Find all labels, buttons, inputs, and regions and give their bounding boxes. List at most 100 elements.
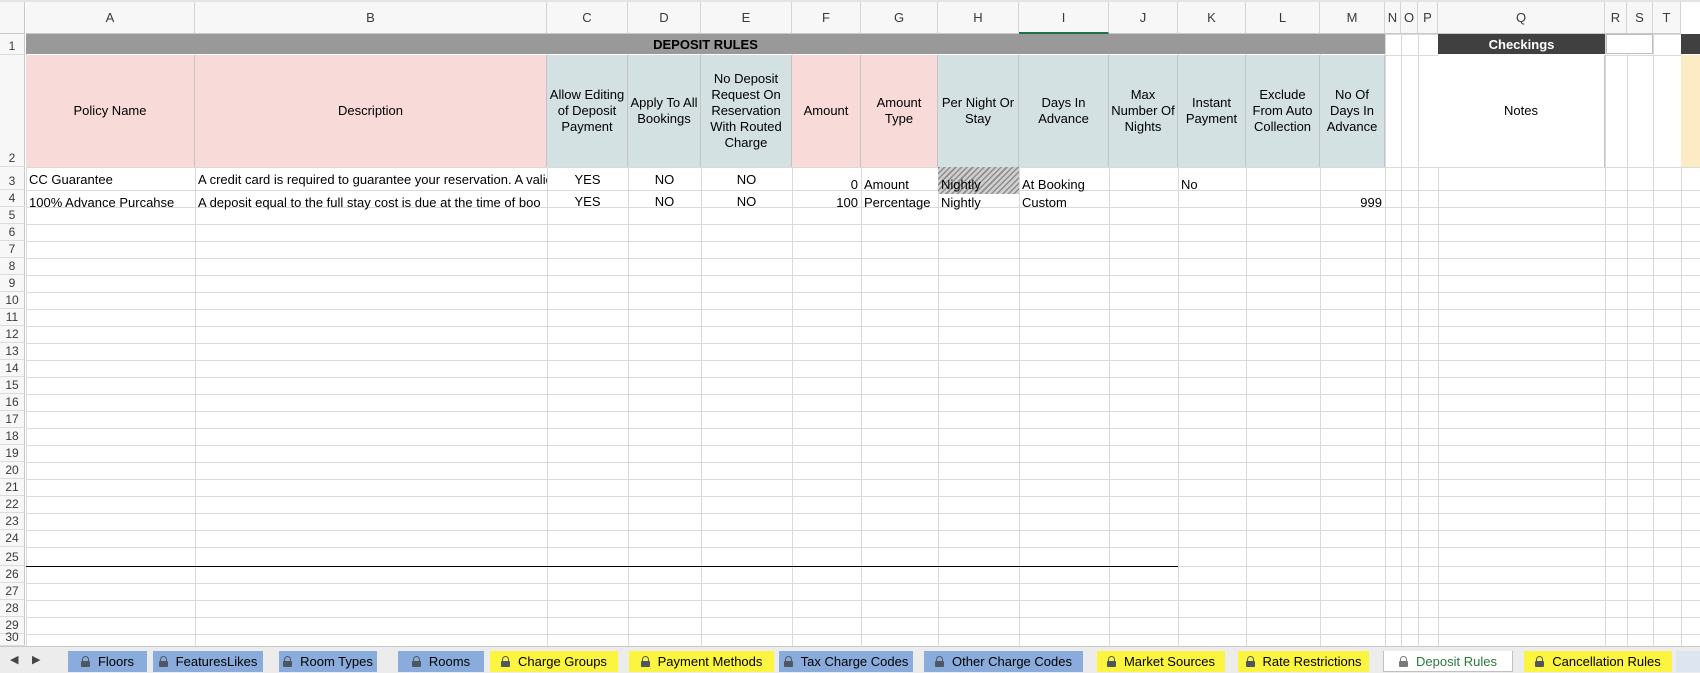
cell-m4-no-of-days[interactable]: 999 <box>1320 191 1385 213</box>
row-header-20[interactable]: 20 <box>0 462 25 479</box>
header-instant-payment[interactable]: Instant Payment <box>1178 55 1246 167</box>
empty-bordered-cell[interactable] <box>1606 34 1653 54</box>
column-header-m[interactable]: M <box>1320 2 1385 34</box>
column-header-a[interactable]: A <box>26 2 195 34</box>
row-header-5[interactable]: 5 <box>0 207 25 224</box>
cell-k4-instant-payment[interactable] <box>1178 191 1246 213</box>
row-header-21[interactable]: 21 <box>0 479 25 496</box>
row-header-23[interactable]: 23 <box>0 513 25 530</box>
header-exclude-auto-collection[interactable]: Exclude From Auto Collection <box>1246 55 1320 167</box>
row-header-10[interactable]: 10 <box>0 292 25 309</box>
column-header-i[interactable]: I <box>1019 2 1109 34</box>
header-policy-name[interactable]: Policy Name <box>26 55 195 167</box>
column-header-t[interactable]: T <box>1653 2 1681 34</box>
header-amount-type[interactable]: Amount Type <box>861 55 938 167</box>
column-header-k[interactable]: K <box>1178 2 1246 34</box>
header-days-in-advance[interactable]: Days In Advance <box>1019 55 1109 167</box>
checkings-title[interactable]: Checkings <box>1438 34 1605 54</box>
sheet-tab-other-charge-codes[interactable]: Other Charge Codes <box>924 651 1083 672</box>
column-header-b[interactable]: B <box>195 2 547 34</box>
row-header-26[interactable]: 26 <box>0 566 25 583</box>
sheet-tab-rooms[interactable]: Rooms <box>398 651 484 672</box>
row-header-9[interactable]: 9 <box>0 275 25 292</box>
row-header-8[interactable]: 8 <box>0 258 25 275</box>
header-amount[interactable]: Amount <box>792 55 861 167</box>
header-notes[interactable]: Notes <box>1438 55 1605 167</box>
cell-a3-policy-name[interactable]: CC Guarantee <box>26 168 195 190</box>
sheet-tab-rate-restrictions[interactable]: Rate Restrictions <box>1238 651 1369 672</box>
row-header-11[interactable]: 11 <box>0 309 25 326</box>
row-header-19[interactable]: 19 <box>0 445 25 462</box>
row-header-25[interactable]: 25 <box>0 547 25 566</box>
cell-h4-per-night[interactable]: Nightly <box>938 191 1019 213</box>
column-header-q[interactable]: Q <box>1438 2 1605 34</box>
next-sheet-arrow-icon[interactable]: ▶ <box>32 653 40 666</box>
column-header-s[interactable]: S <box>1627 2 1653 34</box>
row-header-6[interactable]: 6 <box>0 224 25 241</box>
row-header-14[interactable]: 14 <box>0 360 25 377</box>
header-description[interactable]: Description <box>195 55 547 167</box>
cell-f4-amount[interactable]: 100 <box>792 191 861 213</box>
header-allow-editing[interactable]: Allow Editing of Deposit Payment <box>547 55 628 167</box>
column-header-h[interactable]: H <box>938 2 1019 34</box>
header-max-nights[interactable]: Max Number Of Nights <box>1109 55 1178 167</box>
sheet-tab-floors[interactable]: Floors <box>68 651 147 672</box>
column-header-r[interactable]: R <box>1605 2 1627 34</box>
row-header-1[interactable]: 1 <box>0 34 25 55</box>
cell-b3-description[interactable]: A credit card is required to guarantee y… <box>195 168 547 190</box>
row-header-3[interactable]: 3 <box>0 167 25 190</box>
header-no-deposit-routed[interactable]: No Deposit Request On Reservation With R… <box>701 55 792 167</box>
row-header-2[interactable]: 2 <box>0 55 25 167</box>
cell-j4-max-nights[interactable] <box>1109 191 1178 213</box>
column-header-f[interactable]: F <box>792 2 861 34</box>
row-header-16[interactable]: 16 <box>0 394 25 411</box>
sheet-tab-cancellation-rules[interactable]: Cancellation Rules <box>1524 651 1672 672</box>
sheet-tab-payment-methods[interactable]: Payment Methods <box>629 651 774 672</box>
cell-i4-days-in-advance[interactable]: Custom <box>1019 191 1109 213</box>
sheet-tab-room-types[interactable]: Room Types <box>279 651 377 672</box>
cell-d3-apply-all[interactable]: NO <box>628 168 701 190</box>
cell-c3-allow-editing[interactable]: YES <box>547 168 628 190</box>
row-header-13[interactable]: 13 <box>0 343 25 360</box>
header-apply-all[interactable]: Apply To All Bookings <box>628 55 701 167</box>
cell-b4-description[interactable]: A deposit equal to the full stay cost is… <box>195 191 547 213</box>
column-header-g[interactable]: G <box>861 2 938 34</box>
cell-e3-no-deposit[interactable]: NO <box>701 168 792 190</box>
row-header-4[interactable]: 4 <box>0 190 25 207</box>
row-header-18[interactable]: 18 <box>0 428 25 445</box>
row-header-28[interactable]: 28 <box>0 600 25 617</box>
cell-c4-allow-editing[interactable]: YES <box>547 190 628 212</box>
column-header-p[interactable]: P <box>1418 2 1438 34</box>
cell-g4-amount-type[interactable]: Percentage <box>861 191 938 213</box>
column-header-l[interactable]: L <box>1246 2 1320 34</box>
sheet-tab-deposit-rules[interactable]: Deposit Rules <box>1383 651 1513 672</box>
cell-d4-apply-all[interactable]: NO <box>628 190 701 212</box>
sheet-tab-tax-charge-codes[interactable]: Tax Charge Codes <box>779 651 913 672</box>
select-all-corner[interactable] <box>0 2 25 34</box>
sheet-tab-featureslikes[interactable]: FeaturesLikes <box>153 651 263 672</box>
header-per-night-or-stay[interactable]: Per Night Or Stay <box>938 55 1019 167</box>
sheet-tab-market-sources[interactable]: Market Sources <box>1097 651 1225 672</box>
column-header-d[interactable]: D <box>628 2 701 34</box>
row-header-15[interactable]: 15 <box>0 377 25 394</box>
deposit-rules-title[interactable]: DEPOSIT RULES <box>26 34 1385 54</box>
row-header-24[interactable]: 24 <box>0 530 25 547</box>
header-no-of-days-in-advance[interactable]: No Of Days In Advance <box>1320 55 1385 167</box>
column-header-j[interactable]: J <box>1109 2 1178 34</box>
row-header-17[interactable]: 17 <box>0 411 25 428</box>
spreadsheet-grid[interactable]: ABCDEFGHIJKLMNOPQRST 1 2 3 4 5 6 7 8 9 10 11 12 13 14… <box>0 0 1700 646</box>
row-header-22[interactable]: 22 <box>0 496 25 513</box>
column-header-o[interactable]: O <box>1401 2 1418 34</box>
cell-a4-policy-name[interactable]: 100% Advance Purcahse <box>26 191 195 213</box>
cell-l4-exclude-auto[interactable] <box>1246 191 1320 213</box>
column-header-n[interactable]: N <box>1385 2 1401 34</box>
row-header-7[interactable]: 7 <box>0 241 25 258</box>
row-header-30[interactable]: 30 <box>0 630 25 646</box>
column-header-e[interactable]: E <box>701 2 792 34</box>
cell-e4-no-deposit[interactable]: NO <box>701 190 792 212</box>
sheet-tab-charge-groups[interactable]: Charge Groups <box>490 651 618 672</box>
column-header-c[interactable]: C <box>547 2 628 34</box>
row-header-27[interactable]: 27 <box>0 583 25 600</box>
cell-h3-per-night[interactable]: Nightly <box>938 167 1019 194</box>
row-header-12[interactable]: 12 <box>0 326 25 343</box>
